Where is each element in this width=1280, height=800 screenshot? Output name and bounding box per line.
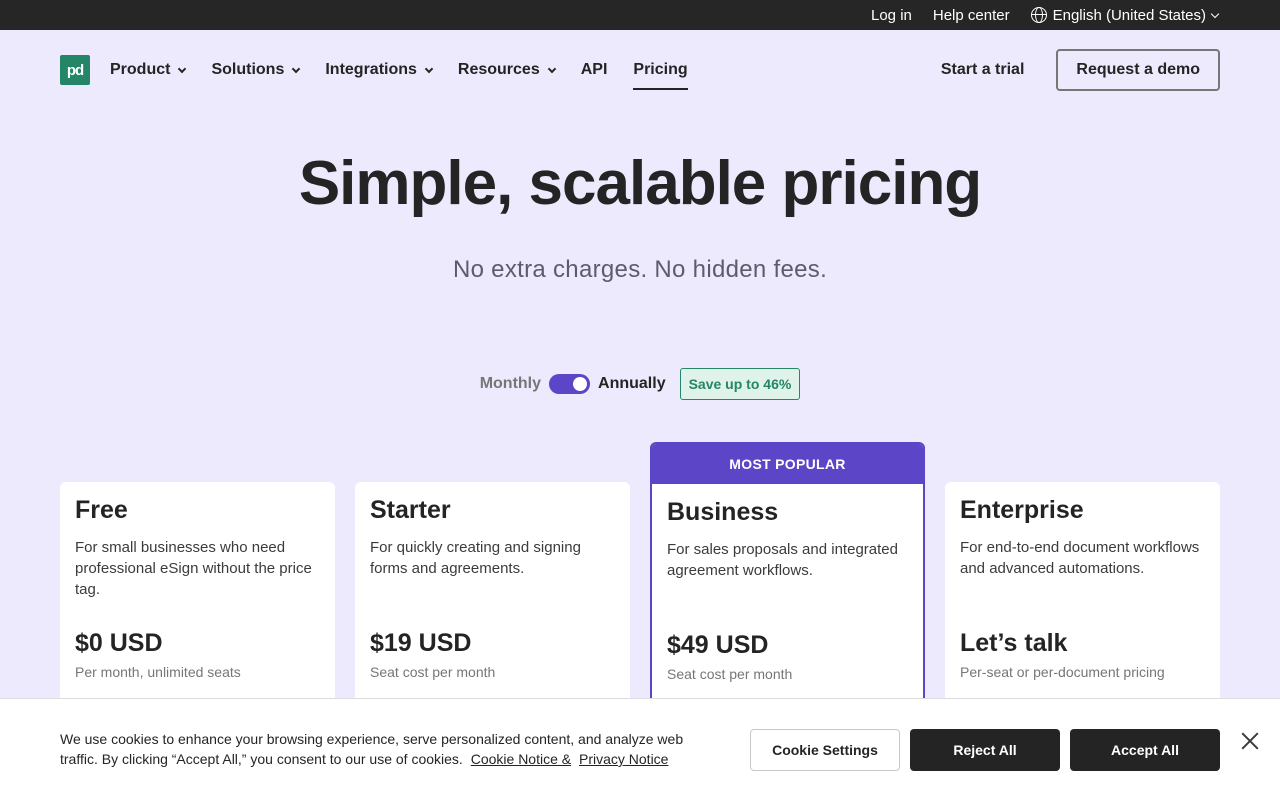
- cookie-message: We use cookies to enhance your browsing …: [60, 729, 720, 769]
- monthly-label[interactable]: Monthly: [480, 375, 541, 393]
- nav-item-pricing[interactable]: Pricing: [633, 48, 688, 92]
- accept-all-button[interactable]: Accept All: [1070, 729, 1220, 771]
- plan-description: For sales proposals and integrated agree…: [667, 541, 898, 579]
- nav-item-integrations[interactable]: Integrations: [325, 48, 434, 92]
- nav-item-label: Resources: [457, 61, 540, 78]
- chevron-down-icon: [178, 64, 187, 73]
- savings-badge: Save up to 46%: [679, 368, 801, 400]
- plan-price-unit: Per-seat or per-document pricing: [960, 664, 1165, 680]
- nav-item-label: Solutions: [211, 61, 285, 78]
- plan-description: For end-to-end document workflows and ad…: [960, 539, 1200, 577]
- cookie-banner: We use cookies to enhance your browsing …: [0, 698, 1280, 800]
- privacy-notice-link[interactable]: Privacy Notice: [579, 751, 668, 767]
- billing-toggle[interactable]: [549, 374, 591, 394]
- plan-price: $0 USD: [75, 629, 163, 657]
- plan-name: Enterprise: [960, 496, 1084, 524]
- help-center-link[interactable]: Help center: [933, 7, 1010, 24]
- plan-name: Starter: [370, 496, 451, 524]
- cookie-settings-button[interactable]: Cookie Settings: [750, 729, 900, 771]
- most-popular-badge: MOST POPULAR: [652, 444, 923, 484]
- start-trial-link[interactable]: Start a trial: [941, 61, 1025, 79]
- request-demo-button[interactable]: Request a demo: [1056, 49, 1220, 91]
- chevron-down-icon: [292, 64, 301, 73]
- plan-price: $19 USD: [370, 629, 472, 657]
- main-nav: pd Product Solutions Integrations Resour…: [0, 30, 1280, 110]
- plan-description: For small businesses who need profession…: [75, 539, 312, 598]
- language-label: English (United States): [1052, 6, 1206, 24]
- nav-item-product[interactable]: Product: [110, 48, 187, 92]
- nav-item-solutions[interactable]: Solutions: [211, 48, 301, 92]
- nav-item-label: Product: [110, 61, 171, 78]
- plan-name: Free: [75, 496, 128, 524]
- nav-item-label: Integrations: [325, 61, 417, 78]
- plan-card-body: Business For sales proposals and integra…: [652, 484, 923, 696]
- nav-item-resources[interactable]: Resources: [457, 48, 556, 92]
- plan-name: Business: [667, 498, 779, 526]
- language-selector[interactable]: English (United States): [1030, 6, 1220, 24]
- chevron-down-icon: [1210, 9, 1220, 18]
- pandadoc-logo[interactable]: pd: [60, 55, 90, 85]
- plan-price: $49 USD: [667, 631, 769, 659]
- plan-price-unit: Per month, unlimited seats: [75, 664, 241, 680]
- plan-description: For quickly creating and signing forms a…: [370, 539, 581, 577]
- login-link[interactable]: Log in: [871, 7, 912, 24]
- plan-price-unit: Seat cost per month: [667, 666, 793, 682]
- page-title: Simple, scalable pricing: [298, 149, 982, 218]
- reject-all-button[interactable]: Reject All: [910, 729, 1060, 771]
- utility-bar: Log in Help center English (United State…: [0, 0, 1280, 30]
- billing-period-switch: Monthly Annually Save up to 46%: [0, 368, 1280, 400]
- annually-label[interactable]: Annually: [598, 375, 666, 393]
- chevron-down-icon: [547, 64, 556, 73]
- nav-actions: Start a trial Request a demo: [941, 49, 1220, 91]
- page-subtitle: No extra charges. No hidden fees.: [452, 256, 828, 283]
- nav-item-api[interactable]: API: [581, 48, 608, 92]
- cookie-notice-link[interactable]: Cookie Notice &: [471, 751, 571, 767]
- plan-price: Let’s talk: [960, 629, 1068, 657]
- plan-price-unit: Seat cost per month: [370, 664, 496, 680]
- close-icon[interactable]: [1240, 731, 1260, 751]
- globe-icon: [1030, 7, 1047, 23]
- chevron-down-icon: [424, 64, 434, 73]
